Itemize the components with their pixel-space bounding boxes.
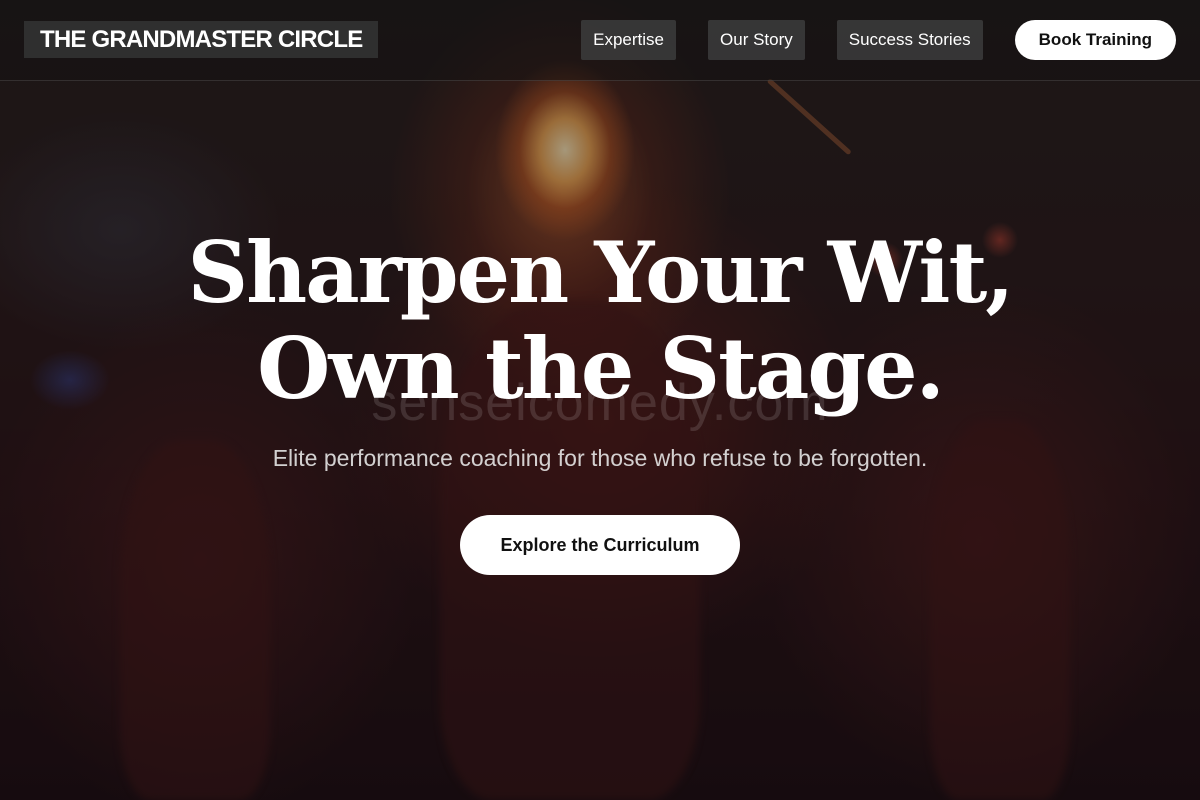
- nav-link-our-story[interactable]: Our Story: [708, 20, 805, 60]
- hero-headline-line-1: Sharpen Your Wit,: [187, 223, 1015, 322]
- hero-subheadline: Elite performance coaching for those who…: [272, 445, 928, 471]
- explore-curriculum-button[interactable]: Explore the Curriculum: [460, 515, 740, 575]
- landing-page: THE GRANDMASTER CIRCLE Expertise Our Sto…: [0, 0, 1200, 800]
- book-training-button[interactable]: Book Training: [1014, 20, 1176, 60]
- site-header: THE GRANDMASTER CIRCLE Expertise Our Sto…: [0, 0, 1200, 81]
- hero-headline-line-2: Own the Stage.: [257, 319, 945, 418]
- nav-link-success-stories[interactable]: Success Stories: [836, 20, 983, 60]
- hero-section: senseicomedy.com Sharpen Your Wit, Own t…: [0, 225, 1200, 575]
- nav-link-expertise[interactable]: Expertise: [581, 20, 677, 60]
- hero-headline: Sharpen Your Wit, Own the Stage.: [0, 225, 1200, 417]
- site-logo[interactable]: THE GRANDMASTER CIRCLE: [24, 21, 379, 58]
- main-nav: Expertise Our Story Success Stories Book…: [581, 20, 1176, 60]
